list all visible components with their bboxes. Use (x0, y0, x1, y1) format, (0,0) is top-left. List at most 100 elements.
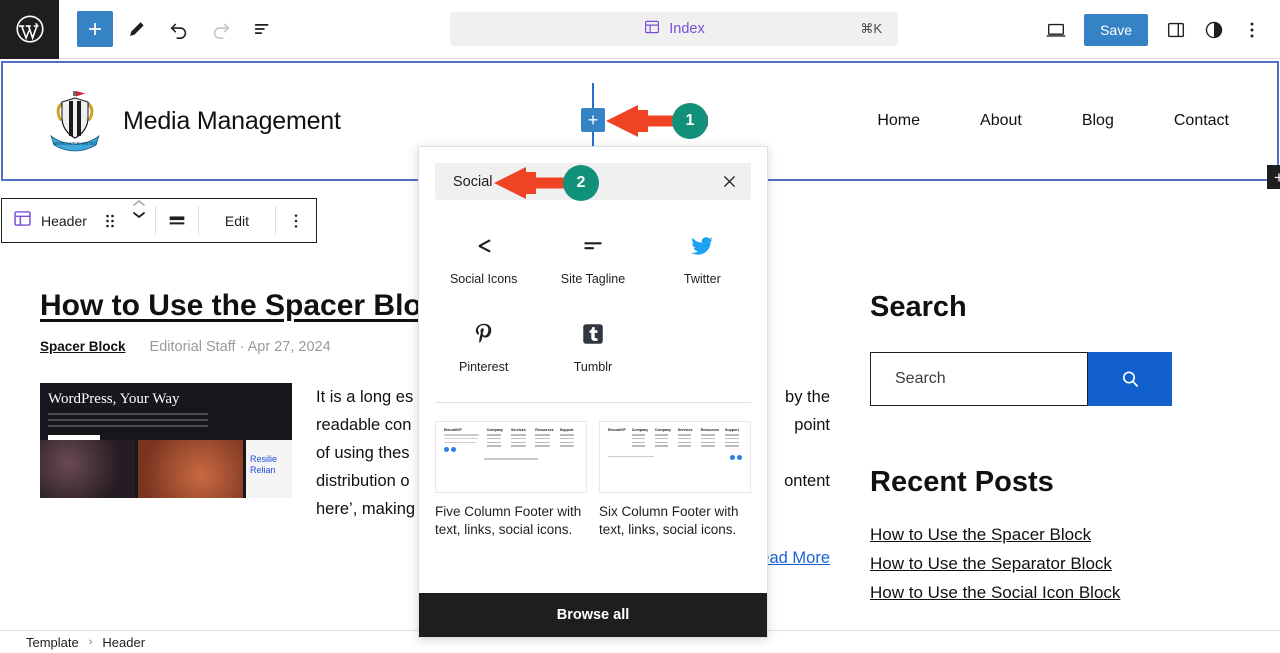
thumbnail-image-card: Resilie Relian (246, 440, 292, 498)
twitter-bird-icon (689, 232, 715, 260)
pattern-caption: Six Column Footer with text, links, soci… (599, 503, 751, 539)
svg-text:NEWCASTLE UNITED: NEWCASTLE UNITED (53, 141, 97, 146)
view-device-button[interactable] (1038, 12, 1074, 48)
inserter-block-tumblr[interactable]: Tumblr (538, 308, 647, 386)
pattern-preview: EleurallVP Company Services Resources Su… (435, 421, 587, 493)
template-part-icon (12, 208, 33, 234)
inserter-search-wrapper: Social (419, 147, 767, 200)
drag-dots-icon (103, 211, 117, 231)
pattern-preview: EleurallVP Company Company Services Reso… (599, 421, 751, 493)
pattern-col-head: Company (655, 428, 672, 432)
pattern-col-head: Services (511, 428, 529, 432)
edit-template-part-button[interactable]: Edit (199, 199, 275, 242)
thumbnail-headline: WordPress, Your Way (48, 391, 179, 408)
pattern-col-head: Support (560, 428, 578, 432)
nav-item-blog[interactable]: Blog (1082, 112, 1114, 130)
newcastle-united-crest-icon: NEWCASTLE UNITED (43, 88, 107, 154)
close-icon[interactable] (715, 168, 743, 196)
recent-post-link-3[interactable]: How to Use the Social Icon Block (870, 583, 1230, 603)
header-block-inserter[interactable]: + (581, 108, 605, 132)
tagline-icon (580, 232, 606, 260)
block-appender-button[interactable]: + (1267, 165, 1280, 189)
thumbnail-card-line2: Relian (250, 465, 292, 476)
document-title: Index (669, 21, 704, 37)
excerpt-line-3-left: of using thes (316, 439, 410, 467)
inserter-search-value: Social (453, 174, 493, 190)
nav-item-home[interactable]: Home (877, 112, 920, 130)
site-title: Media Management (123, 107, 341, 136)
pattern-col-head: Company (632, 428, 649, 432)
wordpress-logo-icon[interactable] (0, 0, 59, 59)
styles-button[interactable] (1196, 12, 1232, 48)
pattern-col-head: Services (678, 428, 695, 432)
excerpt-line-2-left: readable con (316, 411, 411, 439)
site-navigation[interactable]: Home About Blog Contact (877, 112, 1237, 130)
recent-posts-list: How to Use the Spacer Block How to Use t… (870, 525, 1230, 603)
drag-handle[interactable] (97, 199, 123, 242)
post-featured-image[interactable]: WordPress, Your Way Resilie Relian (40, 383, 292, 498)
inserter-block-label: Social Icons (450, 272, 517, 286)
inserter-block-label: Pinterest (459, 360, 508, 374)
align-full-width-icon (166, 210, 188, 232)
thumbnail-image-portrait (138, 440, 243, 498)
top-bar-tools (59, 11, 281, 47)
insertion-point-line-top (592, 83, 594, 108)
search-icon (1118, 367, 1142, 391)
recent-post-link-2[interactable]: How to Use the Separator Block (870, 554, 1230, 574)
inserter-block-pinterest[interactable]: Pinterest (429, 308, 538, 386)
breadcrumb-item-template[interactable]: Template (26, 635, 79, 650)
inserter-pattern-results: EleurallVP Company Services Resources Su… (419, 403, 767, 593)
align-button[interactable] (156, 199, 198, 242)
inserter-block-results: Social Icons Site Tagline Twitter (419, 200, 767, 398)
editor-root: Index ⌘K Save (0, 0, 1280, 653)
search-heading: Search (870, 291, 1230, 324)
pattern-six-column-footer[interactable]: EleurallVP Company Company Services Reso… (599, 421, 751, 583)
thumbnail-card-line1: Resilie (250, 454, 292, 465)
block-options-button[interactable] (276, 199, 316, 242)
pattern-col-head: EleurallVP (608, 428, 626, 432)
document-overview-button[interactable] (245, 11, 281, 47)
breadcrumb-item-header[interactable]: Header (102, 635, 145, 650)
thumbnail-gallery: Resilie Relian (40, 440, 292, 498)
tools-edit-toggle[interactable] (119, 11, 155, 47)
block-mover[interactable] (123, 199, 155, 242)
excerpt-line-4-left: distribution o (316, 467, 410, 495)
top-bar-right-tools: Save (1038, 0, 1270, 59)
pinterest-icon (471, 320, 497, 348)
nav-item-contact[interactable]: Contact (1174, 112, 1229, 130)
redo-button[interactable] (203, 11, 239, 47)
thumbnail-image-flowers (40, 440, 135, 498)
inserter-block-twitter[interactable]: Twitter (648, 220, 757, 298)
post-author: Editorial Staff (150, 339, 236, 355)
inserter-block-social-icons[interactable]: Social Icons (429, 220, 538, 298)
nav-item-about[interactable]: About (980, 112, 1022, 130)
settings-sidebar-button[interactable] (1158, 12, 1194, 48)
kebab-menu-icon (286, 211, 306, 231)
browse-all-button[interactable]: Browse all (419, 593, 767, 637)
more-options-button[interactable] (1234, 12, 1270, 48)
block-inserter-toggle[interactable] (77, 11, 113, 47)
inserter-block-label: Twitter (684, 272, 721, 286)
save-button[interactable]: Save (1084, 14, 1148, 46)
inserter-block-label: Tumblr (574, 360, 612, 374)
inserter-block-site-tagline[interactable]: Site Tagline (538, 220, 647, 298)
breadcrumb-separator: › (89, 636, 93, 648)
pattern-five-column-footer[interactable]: EleurallVP Company Services Resources Su… (435, 421, 587, 583)
thumbnail-subtext (48, 413, 208, 427)
search-submit-button[interactable] (1088, 352, 1172, 406)
post-category-link[interactable]: Spacer Block (40, 339, 126, 354)
block-type-button[interactable]: Header (2, 199, 97, 242)
template-icon (643, 18, 661, 41)
inserter-search-field[interactable]: Social (435, 163, 751, 200)
recent-post-link-1[interactable]: How to Use the Spacer Block (870, 525, 1230, 545)
search-input[interactable] (870, 352, 1088, 406)
undo-button[interactable] (161, 11, 197, 47)
document-title-bar[interactable]: Index ⌘K (450, 12, 898, 46)
excerpt-line-1-left: It is a long es (316, 383, 413, 411)
search-form (870, 352, 1230, 406)
pattern-col-head: Resources (535, 428, 553, 432)
pattern-col-head: Company (487, 428, 505, 432)
post-byline: Editorial Staff · Apr 27, 2024 (150, 339, 331, 355)
pattern-col-head: Resources (701, 428, 719, 432)
pattern-col-head: EleurallVP (444, 428, 481, 432)
